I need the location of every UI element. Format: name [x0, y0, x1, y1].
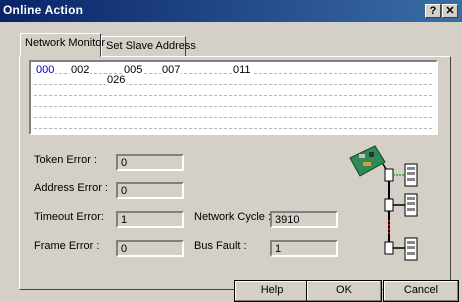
slave-address[interactable]: 005	[123, 64, 144, 76]
bus-fault-field: 1	[270, 240, 338, 257]
help-title-button[interactable]: ?	[425, 4, 441, 18]
frame-error-field: 0	[116, 240, 184, 257]
monitor-grid-line	[34, 84, 432, 85]
monitor-grid-line	[34, 128, 432, 129]
network-diagram-icon	[349, 145, 418, 261]
address-error-label: Address Error :	[34, 182, 108, 194]
frame-error-label: Frame Error :	[34, 240, 100, 252]
timeout-error-field: 1	[116, 211, 184, 228]
help-button[interactable]: Help	[234, 280, 310, 302]
window-title: Online Action	[3, 3, 84, 17]
ok-button[interactable]: OK	[306, 280, 382, 302]
close-title-button[interactable]: ✕	[442, 4, 458, 18]
network-cycle-label: Network Cycle :	[194, 211, 272, 223]
bus-fault-label: Bus Fault :	[194, 240, 247, 252]
token-error-field: 0	[116, 154, 184, 171]
tab-network-monitor[interactable]: Network Monitor	[20, 33, 105, 57]
token-error-label: Token Error :	[34, 154, 97, 166]
timeout-error-label: Timeout Error:	[34, 211, 104, 223]
slave-address[interactable]: 007	[161, 64, 182, 76]
slave-address[interactable]: 002	[70, 64, 91, 76]
tab-set-slave-address[interactable]: Set Slave Address	[101, 36, 196, 57]
slave-address[interactable]: 000	[35, 64, 56, 76]
cancel-button[interactable]: Cancel	[383, 280, 459, 302]
network-cycle-field: 3910	[270, 211, 338, 228]
monitor-grid-line	[34, 95, 432, 96]
monitor-grid-line	[34, 106, 432, 107]
slave-address[interactable]: 011	[232, 64, 252, 76]
monitor-grid-line	[34, 117, 432, 118]
network-monitor-list: 000 002 026 005 007 011	[29, 60, 438, 135]
title-bar: Online Action ? ✕	[0, 0, 462, 22]
address-error-field: 0	[116, 182, 184, 199]
